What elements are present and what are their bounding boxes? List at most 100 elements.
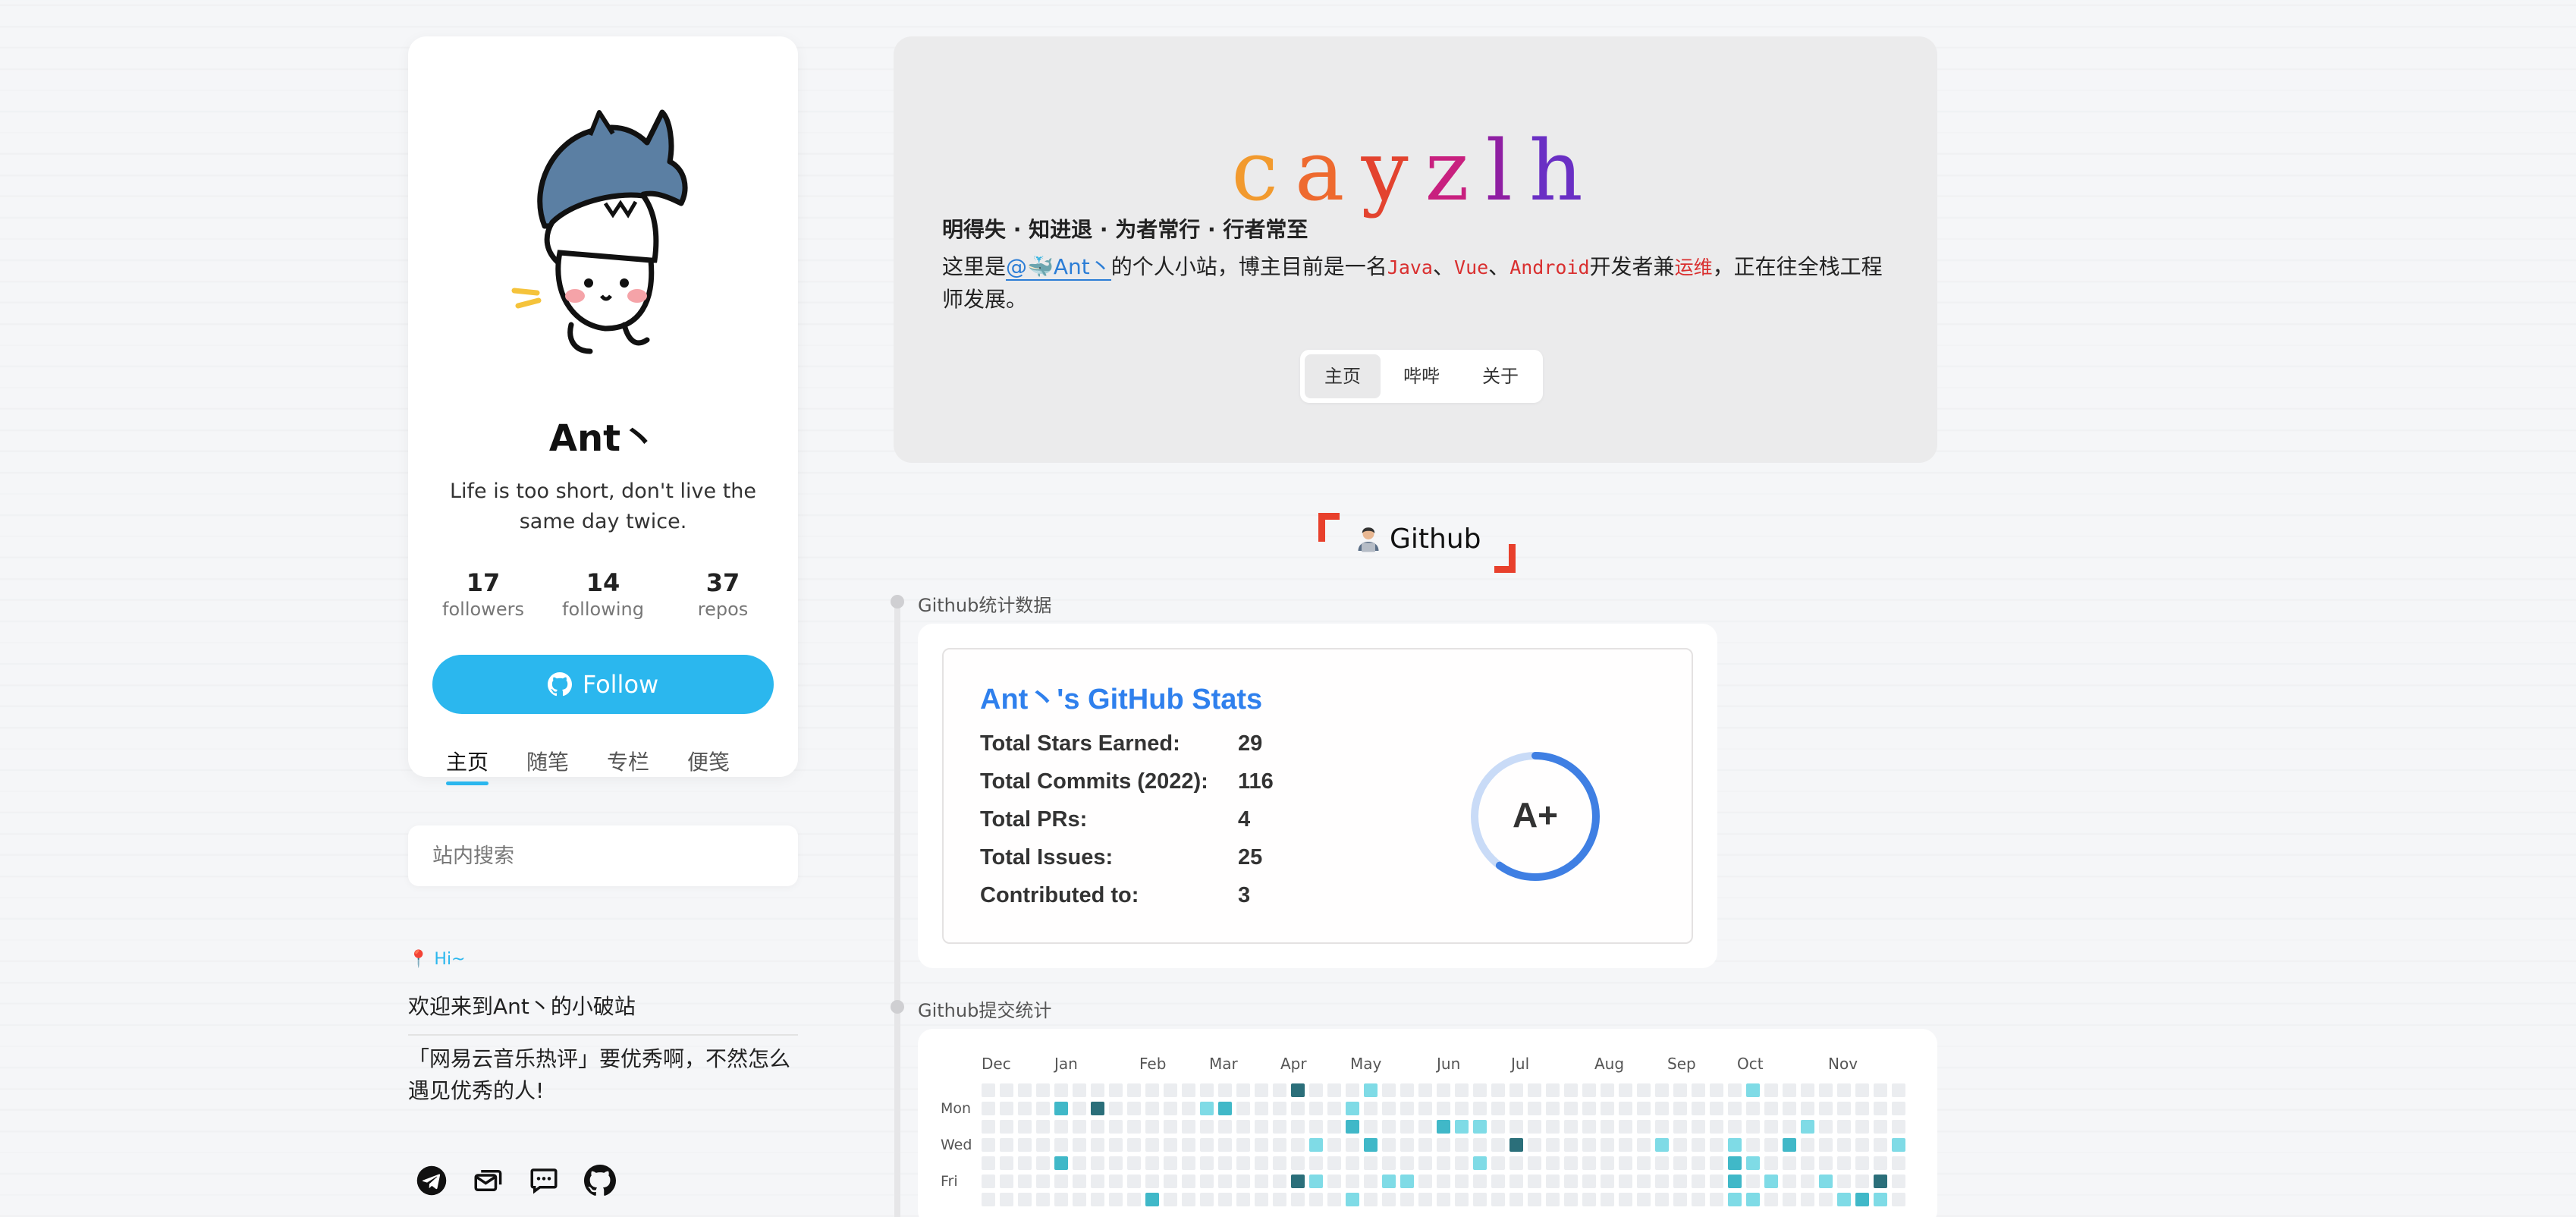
- contribution-cell[interactable]: [1018, 1175, 1032, 1188]
- contribution-cell[interactable]: [1400, 1120, 1414, 1134]
- site-search-input[interactable]: [408, 825, 798, 886]
- contribution-cell[interactable]: [982, 1193, 995, 1206]
- contribution-cell[interactable]: [1619, 1193, 1632, 1206]
- contribution-cell[interactable]: [1255, 1156, 1268, 1170]
- contribution-cell[interactable]: [1200, 1102, 1214, 1115]
- contribution-cell[interactable]: [1327, 1138, 1341, 1152]
- contribution-cell[interactable]: [1109, 1193, 1123, 1206]
- contribution-cell[interactable]: [1819, 1102, 1833, 1115]
- contribution-cell[interactable]: [1582, 1102, 1596, 1115]
- contribution-cell[interactable]: [1819, 1120, 1833, 1134]
- contribution-cell[interactable]: [1364, 1193, 1378, 1206]
- contribution-cell[interactable]: [1892, 1102, 1905, 1115]
- contribution-cell[interactable]: [1692, 1138, 1705, 1152]
- contribution-cell[interactable]: [1182, 1083, 1195, 1097]
- contribution-cell[interactable]: [1127, 1102, 1141, 1115]
- contribution-cell[interactable]: [1655, 1138, 1669, 1152]
- contribution-cell[interactable]: [1400, 1156, 1414, 1170]
- contribution-cell[interactable]: [1692, 1156, 1705, 1170]
- contribution-cell[interactable]: [1455, 1083, 1469, 1097]
- contribution-cell[interactable]: [1091, 1193, 1104, 1206]
- contribution-cell[interactable]: [1619, 1138, 1632, 1152]
- contribution-cell[interactable]: [1400, 1083, 1414, 1097]
- contribution-cell[interactable]: [1364, 1175, 1378, 1188]
- message-icon[interactable]: [528, 1165, 560, 1197]
- contribution-cell[interactable]: [1710, 1120, 1723, 1134]
- contribution-cell[interactable]: [1182, 1193, 1195, 1206]
- contribution-cell[interactable]: [1728, 1083, 1742, 1097]
- contribution-cell[interactable]: [1764, 1156, 1778, 1170]
- contribution-cell[interactable]: [1619, 1083, 1632, 1097]
- stat-followers[interactable]: 17 followers: [426, 568, 540, 621]
- contribution-cell[interactable]: [1637, 1083, 1651, 1097]
- contribution-cell[interactable]: [1437, 1102, 1450, 1115]
- contribution-cell[interactable]: [1309, 1175, 1323, 1188]
- contribution-cell[interactable]: [1619, 1156, 1632, 1170]
- contribution-cell[interactable]: [1236, 1156, 1250, 1170]
- contribution-cell[interactable]: [1073, 1156, 1086, 1170]
- contribution-cell[interactable]: [1673, 1083, 1687, 1097]
- contribution-cell[interactable]: [1746, 1156, 1760, 1170]
- contribution-cell[interactable]: [1801, 1120, 1814, 1134]
- contribution-cell[interactable]: [1473, 1120, 1487, 1134]
- contribution-cell[interactable]: [1000, 1083, 1013, 1097]
- contribution-cell[interactable]: [1218, 1120, 1232, 1134]
- contribution-cell[interactable]: [1546, 1120, 1560, 1134]
- contribution-cell[interactable]: [1200, 1156, 1214, 1170]
- telegram-icon[interactable]: [416, 1165, 448, 1197]
- contribution-cell[interactable]: [1673, 1102, 1687, 1115]
- contribution-cell[interactable]: [1783, 1138, 1796, 1152]
- contribution-cell[interactable]: [1145, 1156, 1159, 1170]
- contribution-cell[interactable]: [1582, 1193, 1596, 1206]
- contribution-cell[interactable]: [1783, 1120, 1796, 1134]
- contribution-cell[interactable]: [1291, 1138, 1305, 1152]
- contribution-cell[interactable]: [1273, 1102, 1286, 1115]
- contribution-cell[interactable]: [1091, 1175, 1104, 1188]
- contribution-cell[interactable]: [1109, 1175, 1123, 1188]
- contribution-cell[interactable]: [1528, 1138, 1541, 1152]
- contribution-cell[interactable]: [1000, 1175, 1013, 1188]
- contribution-cell[interactable]: [1255, 1193, 1268, 1206]
- contribution-cell[interactable]: [1346, 1102, 1359, 1115]
- contribution-cell[interactable]: [1819, 1175, 1833, 1188]
- contribution-cell[interactable]: [1018, 1138, 1032, 1152]
- contribution-cell[interactable]: [1673, 1175, 1687, 1188]
- contribution-cell[interactable]: [1400, 1102, 1414, 1115]
- contribution-cell[interactable]: [1601, 1102, 1614, 1115]
- contribution-cell[interactable]: [1728, 1156, 1742, 1170]
- follow-button[interactable]: Follow: [432, 655, 774, 714]
- contribution-cell[interactable]: [1509, 1193, 1523, 1206]
- contribution-cell[interactable]: [1036, 1120, 1050, 1134]
- contribution-cell[interactable]: [1437, 1138, 1450, 1152]
- contribution-cell[interactable]: [1892, 1156, 1905, 1170]
- contribution-cell[interactable]: [1710, 1102, 1723, 1115]
- contribution-cell[interactable]: [1418, 1138, 1432, 1152]
- contribution-cell[interactable]: [1692, 1083, 1705, 1097]
- mail-icon[interactable]: [472, 1165, 504, 1197]
- contribution-cell[interactable]: [1855, 1138, 1869, 1152]
- profile-tab-essays[interactable]: 随笔: [526, 746, 569, 785]
- contribution-cell[interactable]: [1801, 1175, 1814, 1188]
- contribution-cell[interactable]: [1273, 1156, 1286, 1170]
- contribution-cell[interactable]: [1728, 1175, 1742, 1188]
- contribution-cell[interactable]: [1601, 1175, 1614, 1188]
- contribution-cell[interactable]: [1418, 1120, 1432, 1134]
- contribution-cell[interactable]: [1637, 1120, 1651, 1134]
- contribution-cell[interactable]: [1764, 1102, 1778, 1115]
- contribution-cell[interactable]: [1892, 1120, 1905, 1134]
- contribution-cell[interactable]: [1855, 1120, 1869, 1134]
- contribution-cell[interactable]: [1018, 1193, 1032, 1206]
- contribution-cell[interactable]: [1564, 1120, 1578, 1134]
- contribution-cell[interactable]: [1783, 1175, 1796, 1188]
- contribution-cell[interactable]: [1036, 1102, 1050, 1115]
- contribution-cell[interactable]: [1200, 1083, 1214, 1097]
- contribution-cell[interactable]: [1855, 1102, 1869, 1115]
- contribution-cell[interactable]: [1710, 1175, 1723, 1188]
- contribution-cell[interactable]: [1564, 1102, 1578, 1115]
- contribution-cell[interactable]: [1619, 1102, 1632, 1115]
- contribution-cell[interactable]: [1837, 1083, 1851, 1097]
- contribution-cell[interactable]: [1000, 1138, 1013, 1152]
- contribution-cell[interactable]: [1091, 1138, 1104, 1152]
- contribution-cell[interactable]: [1382, 1193, 1396, 1206]
- contribution-cell[interactable]: [1819, 1083, 1833, 1097]
